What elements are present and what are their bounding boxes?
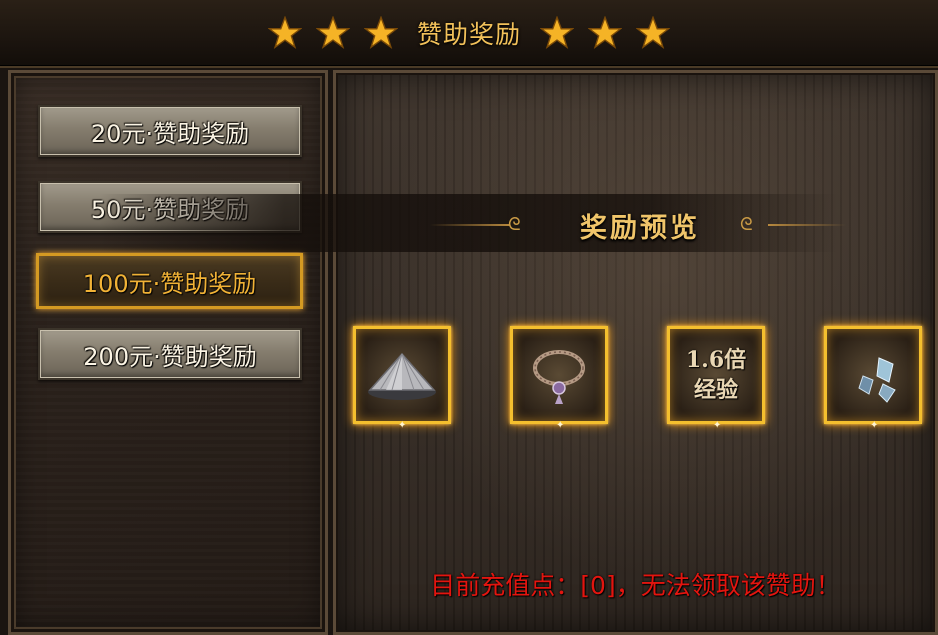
star-icon: [587, 15, 623, 51]
tier-button-20[interactable]: 20元·赞助奖励: [38, 105, 302, 157]
reward-slot[interactable]: 1.6倍 经验: [667, 326, 765, 424]
divider-line: [430, 224, 510, 226]
sparkle-icon: ✦: [713, 420, 722, 431]
page-title: 赞助奖励: [416, 20, 521, 49]
sparkle-icon: ✦: [556, 420, 565, 431]
star-icon: [267, 15, 303, 51]
star-icon: [363, 15, 399, 51]
necklace-icon: [533, 350, 585, 404]
swirl-ornament-icon: ᘓ: [508, 214, 521, 235]
star-icon: [635, 15, 671, 51]
exp-multiplier-label: 1.6倍 经验: [686, 345, 746, 405]
star-icon: [539, 15, 575, 51]
crystal-shards-icon: [858, 357, 896, 403]
sparkle-icon: ✦: [398, 420, 407, 431]
status-message: 目前充值点：[0]，无法领取该赞助！: [430, 571, 841, 600]
reward-slot[interactable]: [353, 326, 451, 424]
star-icon: [315, 15, 351, 51]
tier-button-100[interactable]: 100元·赞助奖励: [36, 253, 303, 309]
reward-slot[interactable]: [510, 326, 608, 424]
reward-slot[interactable]: [824, 326, 922, 424]
preview-title: 奖励预览: [580, 213, 700, 244]
preview-header-band: [100, 194, 838, 252]
sparkle-icon: ✦: [870, 420, 879, 431]
exp-rate: 1.6倍: [685, 347, 747, 373]
exp-word: 经验: [693, 377, 738, 403]
swirl-ornament-icon: ᘓ: [740, 214, 753, 235]
title-row: 赞助奖励: [0, 0, 938, 66]
bamboo-hat-icon: [368, 352, 436, 400]
divider-line: [768, 224, 846, 226]
tier-button-200[interactable]: 200元·赞助奖励: [38, 328, 302, 380]
